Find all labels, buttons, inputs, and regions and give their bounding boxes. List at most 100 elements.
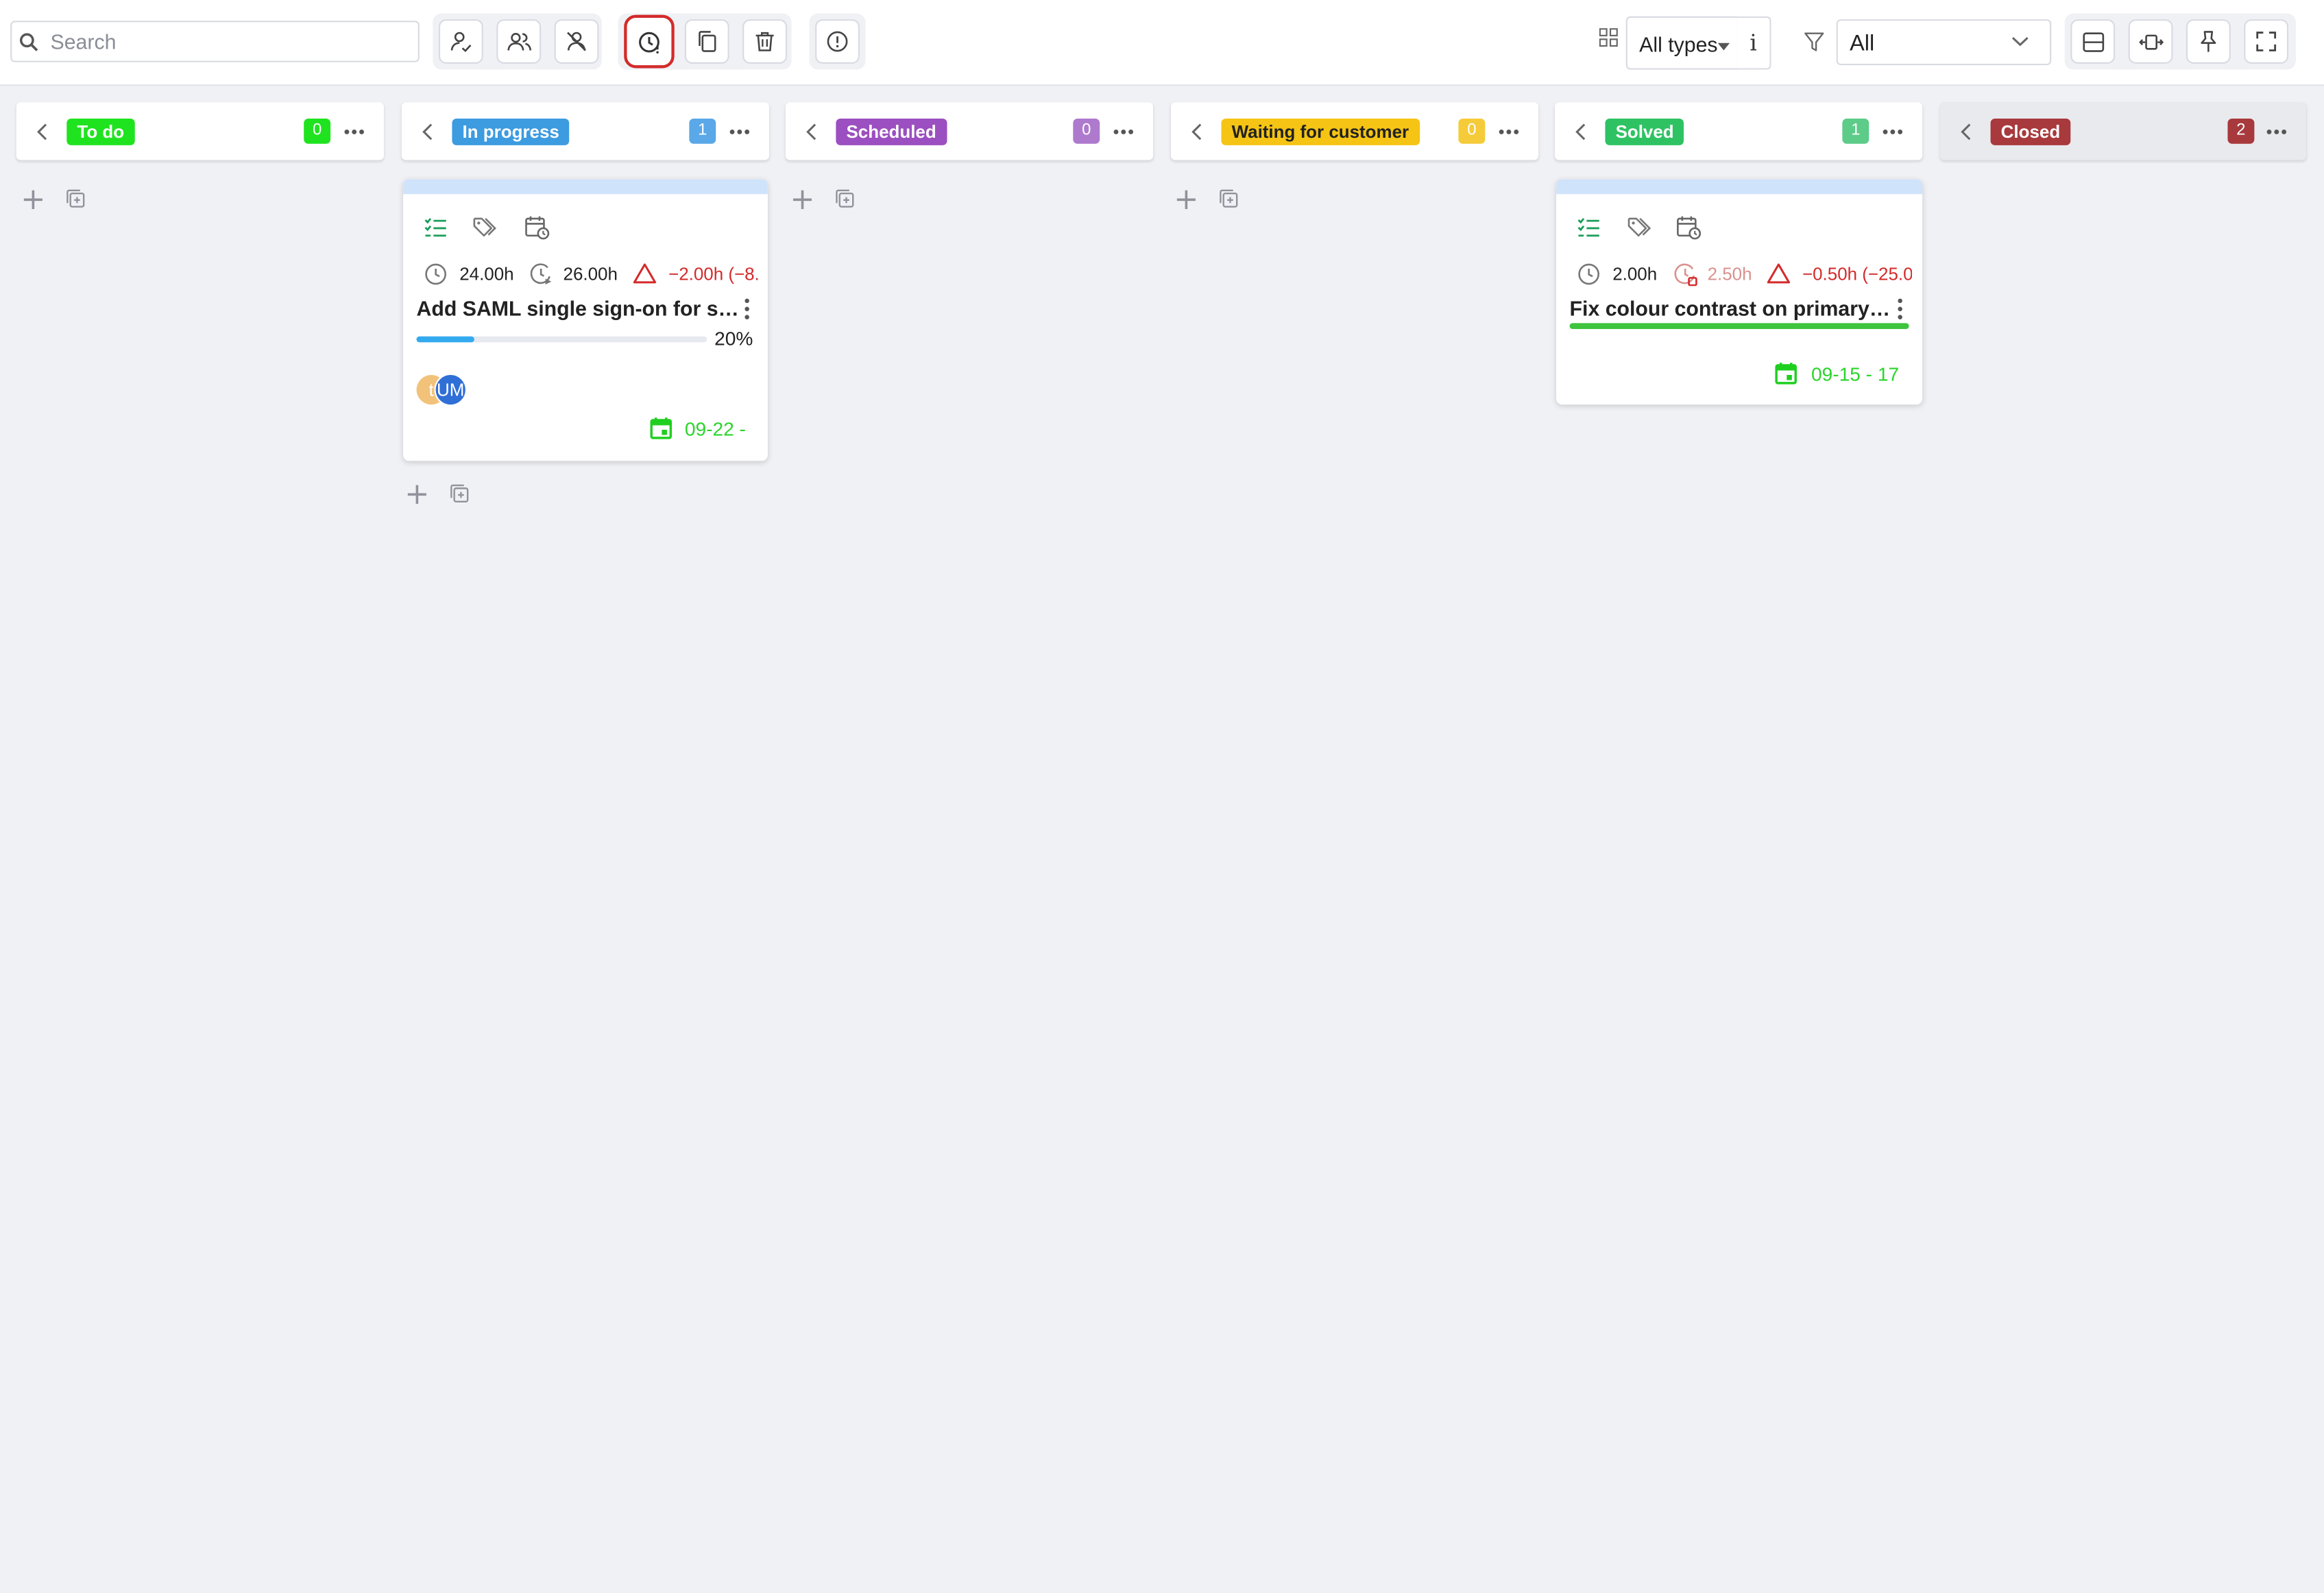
overrun-value: −0.50h (−25.0 [1802,263,1912,285]
more-vertical-icon[interactable] [742,298,751,320]
estimate-value: 2.00h [1612,263,1658,285]
assigned-to-team-button[interactable] [496,19,542,64]
add-ticket-button[interactable]: + [790,184,814,213]
calendar-clock-icon[interactable] [524,215,550,240]
search-input[interactable] [50,26,407,57]
ticket-card[interactable]: 2.00h 2.50h −0.50h (−25.0 Fix colour con… [1556,179,1923,405]
filter-dropdown-value: All [1850,31,1875,57]
fullscreen-icon [2256,32,2277,51]
ticket-title[interactable]: Add SAML single sign-on for staf... [417,296,740,320]
more-horizontal-icon[interactable] [729,129,750,135]
column-header: In progress 1 [401,102,770,160]
chevron-left-icon[interactable] [1190,123,1203,141]
count-badge: 1 [689,118,716,144]
card-color-bar [403,179,768,195]
layout-rows-icon [2082,32,2104,51]
tags-icon[interactable] [473,217,498,239]
clock-play-icon [530,263,552,285]
more-horizontal-icon[interactable] [2266,129,2287,135]
duplicate-add-icon[interactable] [834,189,855,209]
arrows-horizontal-icon [2138,34,2163,49]
view-button-group [2064,13,2296,70]
grid-icon [1599,28,1618,47]
chevron-left-icon[interactable] [1959,123,1972,141]
clock-icon [1578,263,1600,285]
due-date: 09-15 - 17 [1811,363,1900,386]
fit-width-button[interactable] [2128,19,2173,64]
add-ticket-button[interactable]: + [1174,184,1198,213]
progress-bar [416,336,707,343]
status-tag: Solved [1605,118,1684,145]
alert-info-button[interactable] [815,19,860,64]
checklist-icon[interactable] [424,217,448,239]
card-color-bar [1556,179,1923,195]
ticket-card[interactable]: 24.00h 26.00h −2.00h (−8. Add SAML singl… [403,179,768,461]
column-header: Closed 2 [1940,102,2307,160]
overrun-value: −2.00h (−8. [668,263,760,285]
warning-triangle-icon [633,263,657,284]
tags-icon[interactable] [1627,217,1653,239]
copy-icon [699,31,716,52]
search-icon [19,33,38,51]
user-check-icon [450,32,472,52]
status-tag: Scheduled [836,118,947,145]
users-icon [507,32,531,51]
search-box[interactable] [10,21,420,62]
types-dropdown[interactable]: All types [1625,16,1739,70]
column-header: Scheduled 0 [785,102,1154,160]
alert-circle-icon [827,31,848,52]
warning-triangle-icon [1767,263,1791,284]
duplicate-add-icon[interactable] [449,483,470,504]
count-badge: 1 [1842,118,1869,144]
trash-icon [755,32,774,51]
count-badge: 0 [304,118,331,144]
chevron-down-icon [2011,37,2029,47]
fullscreen-button[interactable] [2244,19,2289,64]
column-header: To do 0 [16,102,384,160]
chevron-left-icon[interactable] [1574,123,1587,141]
delete-button[interactable] [742,19,788,64]
assigned-to-me-button[interactable] [438,19,483,64]
time-tracking-button[interactable] [624,14,675,69]
unassigned-button[interactable] [554,19,599,64]
add-ticket-button[interactable]: + [404,478,429,508]
chevron-left-icon[interactable] [421,123,434,141]
chevron-left-icon[interactable] [36,123,49,141]
count-badge: 0 [1073,118,1100,144]
more-horizontal-icon[interactable] [1883,129,1903,135]
ticket-title[interactable]: Fix colour contrast on primary b... [1570,296,1893,320]
types-info-button[interactable]: i [1736,16,1771,70]
time-spent-value: 2.50h [1707,263,1752,285]
due-date: 09-22 - [684,417,746,441]
time-spent-value: 26.00h [563,263,618,285]
estimate-value: 24.00h [459,263,514,285]
toolbar: All types i All [0,0,2324,86]
status-tag: In progress [452,118,570,145]
avatar[interactable]: UM [434,373,468,406]
chevron-left-icon[interactable] [805,123,818,141]
clock-alert-icon [1674,263,1697,287]
caret-down-icon [1717,42,1730,51]
duplicate-add-icon[interactable] [1218,189,1239,209]
copy-button[interactable] [684,19,729,64]
filter-dropdown[interactable]: All [1836,19,2052,66]
duplicate-add-icon[interactable] [65,189,86,209]
compact-view-button[interactable] [2070,19,2116,64]
ticket-actions-group [618,13,792,70]
calendar-icon [1775,363,1797,385]
status-tag: Waiting for customer [1221,118,1420,145]
add-ticket-button[interactable]: + [21,184,45,213]
more-horizontal-icon[interactable] [1499,129,1519,135]
calendar-clock-icon[interactable] [1676,215,1702,240]
status-tag: Closed [1990,118,2071,145]
more-horizontal-icon[interactable] [1113,129,1134,135]
more-horizontal-icon[interactable] [344,129,365,135]
column-header: Solved 1 [1554,102,1923,160]
pin-button[interactable] [2186,19,2231,64]
status-tag: To do [66,118,135,145]
clock-alert-icon [638,31,659,53]
assignment-button-group [433,13,602,70]
pin-icon [2201,31,2216,52]
checklist-icon[interactable] [1577,217,1601,239]
more-vertical-icon[interactable] [1896,298,1904,320]
